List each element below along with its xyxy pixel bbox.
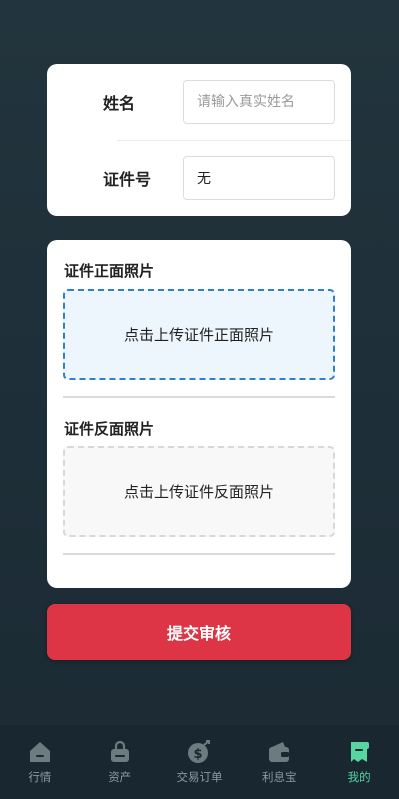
home-icon xyxy=(27,739,53,765)
front-photo-prompt: 点击上传证件正面照片 xyxy=(123,326,274,344)
bottom-tab-bar: 行情 资产 $ 交易订单 利息宝 我的 xyxy=(0,725,399,799)
tab-trade-orders[interactable]: $ 交易订单 xyxy=(160,725,240,799)
name-label: 姓名 xyxy=(103,94,136,113)
upload-divider xyxy=(63,396,335,398)
name-row: 姓名 xyxy=(47,64,351,140)
upload-divider xyxy=(63,553,335,555)
tab-mine[interactable]: 我的 xyxy=(319,725,399,799)
svg-text:$: $ xyxy=(194,747,203,762)
back-photo-title: 证件反面照片 xyxy=(64,420,155,438)
bag-icon xyxy=(107,739,133,765)
name-input[interactable] xyxy=(183,80,335,124)
id-photo-upload-card: 证件正面照片 点击上传证件正面照片 证件反面照片 点击上传证件反面照片 xyxy=(47,240,351,588)
tab-label: 利息宝 xyxy=(262,770,297,784)
wallet-icon xyxy=(266,739,292,765)
tab-label: 行情 xyxy=(28,770,52,784)
back-photo-upload-area[interactable]: 点击上传证件反面照片 xyxy=(63,446,335,537)
front-photo-upload-area[interactable]: 点击上传证件正面照片 xyxy=(63,289,335,380)
tab-interest[interactable]: 利息宝 xyxy=(239,725,319,799)
coin-icon: $ xyxy=(186,739,212,765)
tab-label: 资产 xyxy=(108,770,132,784)
front-photo-title: 证件正面照片 xyxy=(64,262,155,280)
id-number-label: 证件号 xyxy=(103,170,152,189)
tab-label: 交易订单 xyxy=(176,770,223,784)
receipt-icon xyxy=(346,739,372,765)
tab-market[interactable]: 行情 xyxy=(0,725,80,799)
submit-review-button[interactable]: 提交审核 xyxy=(47,604,351,660)
tab-assets[interactable]: 资产 xyxy=(80,725,160,799)
back-photo-prompt: 点击上传证件反面照片 xyxy=(123,483,274,501)
identity-form-card: 姓名 证件号 xyxy=(47,64,351,216)
id-number-row: 证件号 xyxy=(47,140,351,216)
id-number-input[interactable] xyxy=(183,156,335,200)
tab-label: 我的 xyxy=(347,770,371,784)
